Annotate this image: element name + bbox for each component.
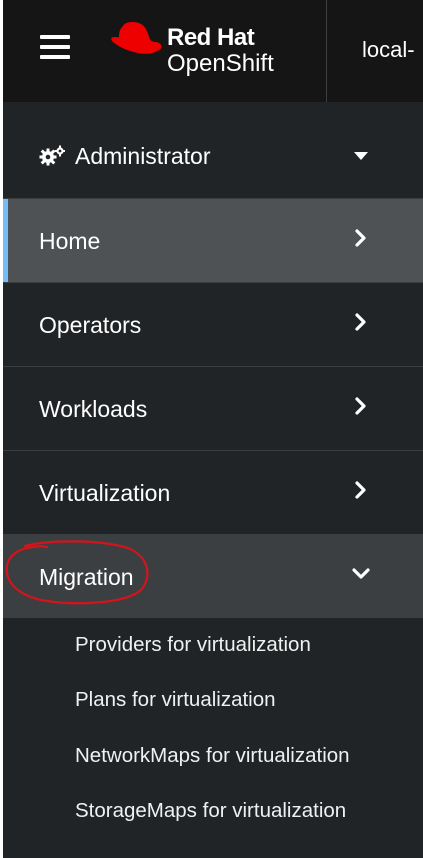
nav-item-label: Operators xyxy=(39,312,142,338)
brand-name-top: Red Hat xyxy=(167,24,255,51)
chevron-down-icon xyxy=(352,568,370,579)
perspective-label: Administrator xyxy=(75,143,211,169)
subnav-item-providers[interactable]: Providers for virtualization xyxy=(75,632,311,658)
subnav-item-plans[interactable]: Plans for virtualization xyxy=(75,687,276,713)
nav-item-label: Home xyxy=(39,228,101,254)
app-frame: Red Hat OpenShift local- Administrator H… xyxy=(3,0,423,858)
chevron-right-icon xyxy=(355,313,366,331)
subnav-item-storagemaps[interactable]: StorageMaps for virtualization xyxy=(75,798,346,824)
cluster-name[interactable]: local- xyxy=(362,36,415,64)
nav-item-migration[interactable]: Migration xyxy=(3,534,423,618)
gears-icon xyxy=(39,145,65,166)
chevron-right-icon xyxy=(355,397,366,415)
nav-item-operators[interactable]: Operators xyxy=(3,282,423,366)
nav-item-label: Migration xyxy=(39,564,134,590)
perspective-switcher[interactable]: Administrator xyxy=(3,102,423,198)
masthead-divider xyxy=(326,0,327,102)
hamburger-icon[interactable] xyxy=(37,31,73,63)
active-indicator xyxy=(3,199,8,283)
nav-item-workloads[interactable]: Workloads xyxy=(3,366,423,450)
nav-item-label: Virtualization xyxy=(39,480,171,506)
nav-item-home[interactable]: Home xyxy=(3,198,423,283)
nav-item-virtualization[interactable]: Virtualization xyxy=(3,450,423,534)
subnav-item-networkmaps[interactable]: NetworkMaps for virtualization xyxy=(75,743,350,769)
nav-item-label: Workloads xyxy=(39,396,148,422)
caret-down-icon xyxy=(354,152,368,160)
red-hat-icon xyxy=(111,21,162,56)
chevron-right-icon xyxy=(355,481,366,499)
masthead: Red Hat OpenShift local- xyxy=(3,0,423,102)
red-hat-openshift-logo[interactable]: Red Hat OpenShift xyxy=(109,18,309,82)
brand-name-bottom: OpenShift xyxy=(167,50,274,77)
chevron-right-icon xyxy=(355,229,366,247)
